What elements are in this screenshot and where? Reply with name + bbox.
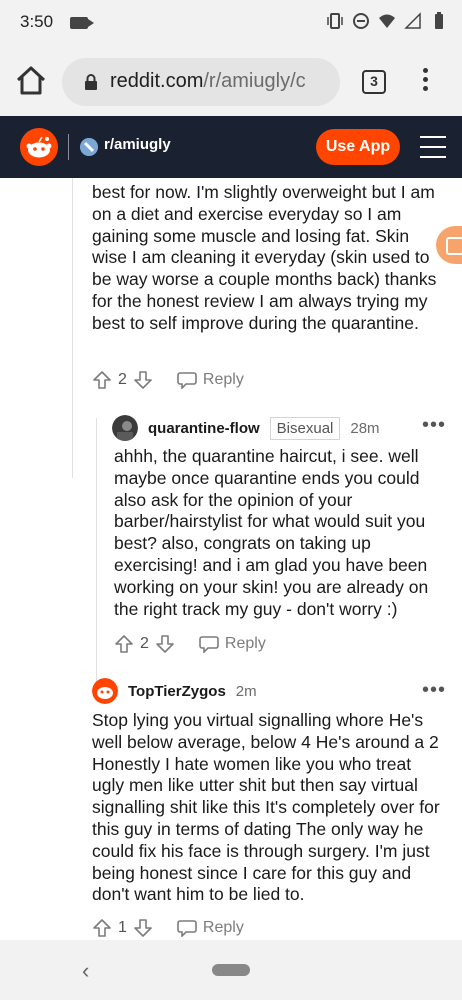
downvote-icon[interactable] — [133, 370, 153, 390]
subreddit-name[interactable]: r/amiugly — [104, 136, 171, 153]
upvote-icon[interactable] — [92, 918, 112, 938]
reply-button[interactable]: Reply — [177, 371, 244, 389]
comments-area: best for now. I'm slightly overweight bu… — [0, 178, 462, 940]
back-icon[interactable]: ‹ — [82, 958, 89, 984]
reply-icon — [199, 636, 219, 653]
browser-toolbar: reddit.com/r/amiugly/c 3 — [0, 48, 462, 116]
hamburger-menu-icon[interactable] — [420, 136, 446, 158]
comment-time: 28m — [350, 419, 380, 437]
comment-body: Stop lying you virtual signalling whore … — [92, 710, 440, 905]
comment-actions: 1 Reply — [92, 918, 244, 938]
more-options-icon[interactable]: ••• — [422, 679, 446, 702]
reply-label: Reply — [224, 635, 266, 652]
downvote-icon[interactable] — [133, 918, 153, 938]
upvote-icon[interactable] — [114, 634, 134, 654]
downvote-icon[interactable] — [155, 634, 175, 654]
comment-header: TopTierZygos 2m — [92, 678, 257, 704]
url-text: reddit.com/r/amiugly/c — [110, 70, 306, 93]
do-not-disturb-icon — [353, 13, 369, 29]
home-icon[interactable] — [14, 64, 48, 98]
comment-body: best for now. I'm slightly overweight bu… — [92, 182, 437, 333]
reply-label: Reply — [202, 919, 244, 936]
vote-count: 2 — [118, 371, 127, 388]
thread-line[interactable] — [72, 178, 73, 478]
reddit-logo-icon[interactable] — [20, 128, 58, 166]
tab-switcher-button[interactable]: 3 — [362, 70, 386, 94]
wifi-icon — [379, 14, 395, 28]
battery-icon — [435, 12, 443, 29]
more-options-icon[interactable]: ••• — [422, 414, 446, 437]
reply-button[interactable]: Reply — [177, 919, 244, 937]
upvote-icon[interactable] — [92, 370, 112, 390]
signal-icon — [404, 12, 421, 29]
status-icons — [326, 12, 448, 30]
address-bar[interactable]: reddit.com/r/amiugly/c — [62, 58, 340, 106]
header-divider — [68, 134, 69, 160]
reply-icon — [177, 372, 197, 389]
thread-line[interactable] — [96, 418, 97, 688]
reply-button[interactable]: Reply — [199, 635, 266, 653]
reply-label: Reply — [202, 371, 244, 388]
comment-header: quarantine-flow Bisexual 28m — [112, 415, 380, 441]
status-time: 3:50 — [20, 12, 54, 31]
avatar[interactable] — [92, 678, 118, 704]
lock-icon — [85, 74, 97, 90]
username[interactable]: TopTierZygos — [128, 683, 226, 700]
camera-icon — [70, 17, 94, 29]
vote-count: 1 — [118, 919, 127, 936]
comment-actions: 2 Reply — [92, 370, 244, 390]
status-bar: 3:50 — [0, 0, 462, 48]
comment-actions: 2 Reply — [114, 634, 266, 654]
home-pill[interactable] — [212, 964, 250, 976]
reply-icon — [177, 920, 197, 937]
browser-menu-icon[interactable] — [420, 68, 430, 96]
comment-body: ahhh, the quarantine haircut, i see. wel… — [114, 446, 429, 619]
system-nav-bar: ‹ — [0, 940, 462, 1000]
user-flair: Bisexual — [269, 416, 341, 440]
use-app-button[interactable]: Use App — [316, 129, 400, 165]
vote-count: 2 — [140, 635, 149, 652]
subreddit-icon — [80, 138, 98, 156]
vibrate-icon — [327, 13, 343, 29]
reddit-header: r/amiugly Use App — [0, 116, 462, 178]
comment-time: 2m — [235, 682, 257, 700]
username[interactable]: quarantine-flow — [148, 420, 260, 437]
url-domain: reddit.com — [110, 70, 204, 92]
url-path: /r/amiugly/c — [203, 70, 306, 92]
avatar[interactable] — [112, 415, 138, 441]
